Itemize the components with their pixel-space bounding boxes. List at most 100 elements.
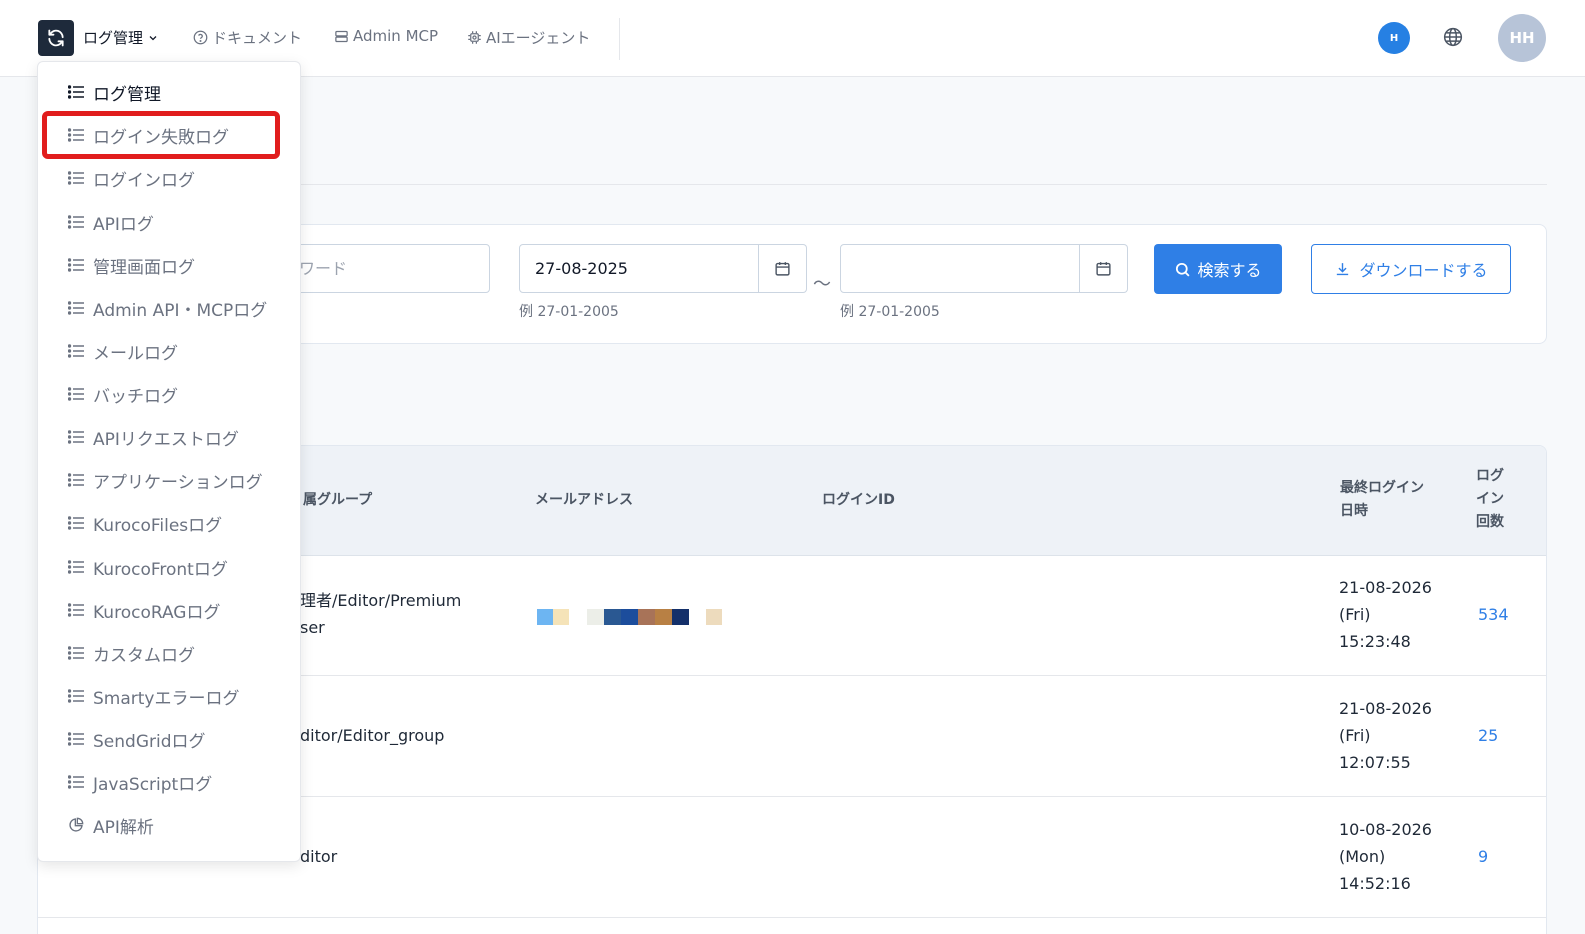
header-last-login: 最終ログイン 日時 (1340, 477, 1424, 523)
notification-badge[interactable]: H (1378, 22, 1410, 54)
date-from-input[interactable]: 27-08-2025 (519, 244, 759, 293)
date-to-hint: 例 27-01-2005 (840, 304, 940, 320)
menu-item-login-log[interactable]: ログインログ (68, 166, 195, 191)
menu-item-label: ログ管理 (93, 84, 161, 105)
cell-last-login-line: (Fri) (1339, 726, 1371, 745)
redacted-email-block (655, 609, 672, 625)
menu-item-label: カスタムログ (93, 645, 195, 666)
list-icon (68, 775, 84, 789)
menu-item-kurocorag-log[interactable]: KurocoRAGログ (68, 598, 220, 623)
cell-last-login-line: (Mon) (1339, 847, 1386, 866)
menu-item-application-log[interactable]: アプリケーションログ (68, 468, 263, 493)
date-range-separator: ～ (813, 274, 831, 295)
list-icon (68, 258, 84, 272)
cell-last-login: 21-08-2026 (Fri) 12:07:55 (1339, 695, 1432, 776)
redacted-email-block (537, 609, 553, 625)
cell-group-line: 理者/Editor/Premium (300, 591, 462, 610)
redacted-email-block (553, 609, 569, 625)
cell-last-login: 21-08-2026 (Fri) 15:23:48 (1339, 574, 1432, 655)
search-button[interactable]: 検索する (1154, 244, 1282, 294)
list-icon (68, 215, 84, 229)
calendar-from-button[interactable] (759, 244, 807, 293)
download-icon (1337, 262, 1349, 275)
menu-item-label: APIリクエストログ (93, 429, 239, 450)
menu-item-label: 管理画面ログ (93, 257, 195, 278)
help-circle-icon (193, 30, 208, 45)
menu-item-label: Admin API・MCPログ (93, 300, 268, 321)
cell-last-login-line: 15:23:48 (1339, 632, 1411, 651)
header-group: 属グループ (303, 492, 373, 508)
nav-admin-mcp[interactable]: Admin MCP (334, 27, 438, 45)
menu-item-label: ログインログ (93, 170, 195, 191)
list-icon (68, 301, 84, 315)
menu-item-admin-api-mcp-log[interactable]: Admin API・MCPログ (68, 296, 268, 321)
download-button[interactable]: ダウンロードする (1311, 244, 1511, 294)
refresh-logo-icon[interactable] (38, 20, 74, 56)
calendar-to-button[interactable] (1080, 244, 1128, 293)
highlight-box (42, 111, 280, 159)
menu-item-label: SendGridログ (93, 731, 206, 752)
header-login-count-line: ログ (1476, 468, 1504, 484)
menu-item-custom-log[interactable]: カスタムログ (68, 641, 195, 666)
cell-last-login-line: 21-08-2026 (1339, 578, 1432, 597)
nav-ai-agent-label: AIエージェント (486, 29, 591, 47)
menu-item-api-analysis[interactable]: API解析 (68, 813, 154, 838)
cell-login-count-link[interactable]: 9 (1478, 843, 1488, 870)
cell-last-login-line: (Fri) (1339, 605, 1371, 624)
avatar[interactable]: HH (1498, 14, 1546, 62)
log-management-menu[interactable]: ログ管理 (83, 27, 159, 48)
nav-admin-mcp-label: Admin MCP (353, 27, 439, 45)
globe-icon[interactable] (1443, 27, 1463, 51)
header-last-login-line: 最終ログイン (1340, 480, 1424, 496)
cell-last-login-line: 10-08-2026 (1339, 820, 1432, 839)
menu-item-batch-log[interactable]: バッチログ (68, 382, 178, 407)
nav-documents-label: ドキュメント (212, 29, 303, 47)
cell-last-login-line: 21-08-2026 (1339, 699, 1432, 718)
list-icon (68, 732, 84, 746)
header-login-count-line: 回数 (1476, 514, 1504, 530)
calendar-icon (775, 262, 790, 276)
header-last-login-line: 日時 (1340, 503, 1368, 519)
cell-last-login-line: 14:52:16 (1339, 874, 1411, 893)
menu-item-label: メールログ (93, 343, 178, 364)
date-to-input[interactable] (840, 244, 1080, 293)
list-icon (68, 689, 84, 703)
menu-item-api-request-log[interactable]: APIリクエストログ (68, 425, 239, 450)
list-icon (68, 171, 84, 185)
cell-group-line: ditor (300, 847, 338, 866)
list-icon (68, 344, 84, 358)
redacted-email-block (638, 609, 655, 625)
list-icon (68, 387, 84, 401)
menu-item-mail-log[interactable]: メールログ (68, 339, 178, 364)
cell-login-count-link[interactable]: 534 (1478, 601, 1509, 628)
log-management-menu-label: ログ管理 (83, 29, 144, 47)
log-menu-dropdown: ログ管理 ログイン失敗ログ ログインログ APIログ 管理画面ログ Admin … (37, 61, 301, 862)
menu-item-label: Smartyエラーログ (93, 688, 240, 709)
search-button-label: 検索する (1197, 261, 1262, 280)
menu-item-javascript-log[interactable]: JavaScriptログ (68, 770, 213, 795)
list-icon (68, 85, 84, 99)
list-icon (68, 430, 84, 444)
menu-item-sendgrid-log[interactable]: SendGridログ (68, 727, 206, 752)
cell-group-line: ser (300, 618, 325, 637)
chevron-down-icon (149, 35, 157, 40)
redacted-email-block (587, 609, 604, 625)
menu-item-label: JavaScriptログ (93, 774, 213, 795)
menu-item-label: アプリケーションログ (93, 472, 263, 493)
menu-item-kurocofront-log[interactable]: KurocoFrontログ (68, 555, 228, 580)
menu-item-label: API解析 (93, 817, 154, 838)
menu-item-kurocofiles-log[interactable]: KurocoFilesログ (68, 511, 222, 536)
cell-login-count-link[interactable]: 25 (1478, 722, 1498, 749)
list-icon (68, 516, 84, 530)
cell-group-line: ditor/Editor_group (300, 726, 445, 745)
redacted-email-block (604, 609, 621, 625)
server-icon (335, 30, 348, 42)
list-icon (68, 473, 84, 487)
menu-item-log-management[interactable]: ログ管理 (68, 80, 161, 105)
nav-ai-agent[interactable]: AIエージェント (467, 27, 590, 48)
menu-item-admin-screen-log[interactable]: 管理画面ログ (68, 253, 195, 278)
menu-item-api-log[interactable]: APIログ (68, 210, 154, 235)
menu-item-smarty-error-log[interactable]: Smartyエラーログ (68, 684, 240, 709)
nav-documents[interactable]: ドキュメント (193, 27, 302, 48)
date-from-hint: 例 27-01-2005 (519, 304, 619, 320)
